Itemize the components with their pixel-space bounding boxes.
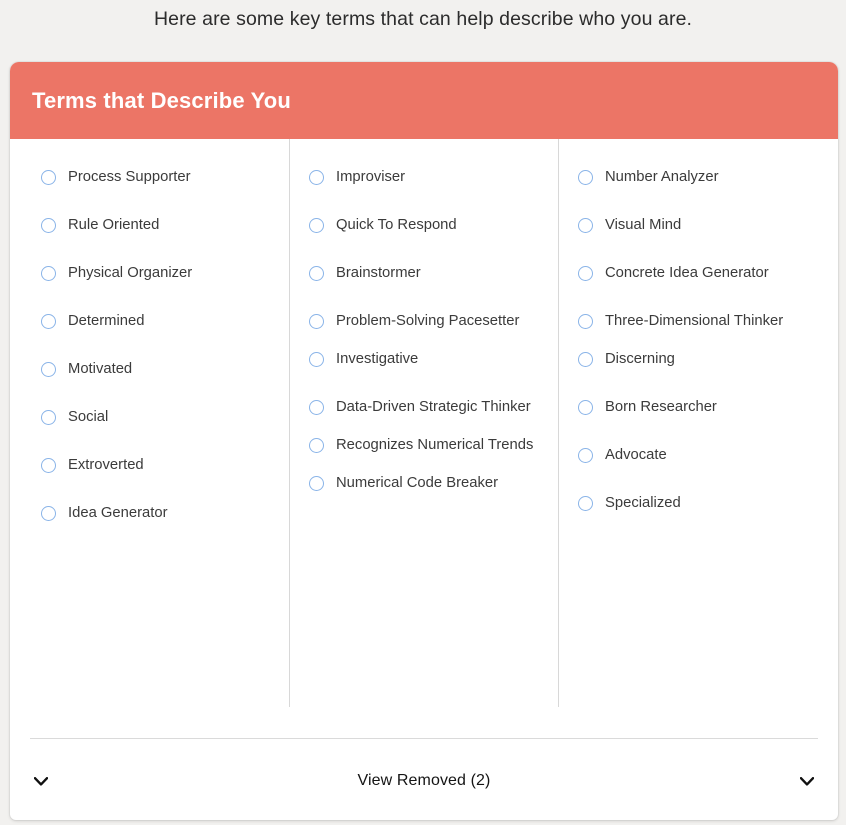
radio-circle-icon[interactable] [309, 314, 324, 329]
radio-circle-icon[interactable] [309, 476, 324, 491]
term-label: Idea Generator [68, 505, 168, 521]
radio-circle-icon[interactable] [309, 438, 324, 453]
term-item[interactable]: Data-Driven Strategic Thinker [309, 397, 558, 417]
term-item[interactable]: Problem-Solving Pacesetter [309, 311, 558, 331]
term-item[interactable]: Quick To Respond [309, 215, 558, 235]
term-item[interactable]: Number Analyzer [578, 167, 838, 187]
chevron-down-icon-left[interactable] [32, 772, 50, 790]
term-label: Quick To Respond [336, 217, 457, 233]
terms-card: Terms that Describe You Process Supporte… [10, 62, 838, 820]
term-item[interactable]: Improviser [309, 167, 558, 187]
radio-circle-icon[interactable] [41, 506, 56, 521]
radio-circle-icon[interactable] [578, 400, 593, 415]
term-label: Specialized [605, 495, 681, 511]
chevron-down-icon-right[interactable] [798, 772, 816, 790]
term-item[interactable]: Brainstormer [309, 263, 558, 283]
terms-column-3: Number Analyzer Visual Mind Concrete Ide… [558, 139, 838, 714]
radio-circle-icon[interactable] [309, 400, 324, 415]
term-item[interactable]: Born Researcher [578, 397, 838, 417]
term-item[interactable]: Investigative [309, 349, 558, 369]
term-item[interactable]: Process Supporter [41, 167, 289, 187]
term-item[interactable]: Three-Dimensional Thinker [578, 311, 838, 331]
term-item[interactable]: Numerical Code Breaker [309, 473, 558, 493]
term-item[interactable]: Extroverted [41, 455, 289, 475]
term-label: Discerning [605, 351, 675, 367]
term-label: Rule Oriented [68, 217, 160, 233]
term-label: Social [68, 409, 109, 425]
term-item[interactable]: Advocate [578, 445, 838, 465]
term-label: Recognizes Numerical Trends [336, 437, 534, 453]
radio-circle-icon[interactable] [309, 352, 324, 367]
term-label: Motivated [68, 361, 133, 377]
term-label: Numerical Code Breaker [336, 475, 499, 491]
radio-circle-icon[interactable] [41, 266, 56, 281]
terms-card-footer: View Removed (2) [10, 738, 838, 820]
term-label: Investigative [336, 351, 419, 367]
term-item[interactable]: Specialized [578, 493, 838, 513]
term-label: Brainstormer [336, 265, 421, 281]
radio-circle-icon[interactable] [41, 410, 56, 425]
term-label: Improviser [336, 169, 406, 185]
radio-circle-icon[interactable] [309, 170, 324, 185]
term-item[interactable]: Visual Mind [578, 215, 838, 235]
radio-circle-icon[interactable] [578, 170, 593, 185]
radio-circle-icon[interactable] [578, 448, 593, 463]
term-label: Visual Mind [605, 217, 682, 233]
term-label: Problem-Solving Pacesetter [336, 313, 520, 329]
radio-circle-icon[interactable] [578, 218, 593, 233]
terms-card-title: Terms that Describe You [32, 87, 291, 113]
terms-columns: Process Supporter Rule Oriented Physical… [10, 139, 838, 714]
page-intro-heading: Here are some key terms that can help de… [153, 8, 693, 30]
view-removed-label: View Removed (2) [357, 772, 491, 789]
term-label: Process Supporter [68, 169, 191, 185]
terms-column-1: Process Supporter Rule Oriented Physical… [10, 139, 289, 714]
term-item[interactable]: Physical Organizer [41, 263, 289, 283]
term-item[interactable]: Social [41, 407, 289, 427]
terms-card-body: Process Supporter Rule Oriented Physical… [10, 139, 838, 752]
term-item[interactable]: Recognizes Numerical Trends [309, 435, 558, 455]
radio-circle-icon[interactable] [41, 170, 56, 185]
footer-divider [30, 738, 818, 739]
term-label: Physical Organizer [68, 265, 193, 281]
radio-circle-icon[interactable] [309, 266, 324, 281]
term-item[interactable]: Determined [41, 311, 289, 331]
radio-circle-icon[interactable] [41, 362, 56, 377]
term-item[interactable]: Idea Generator [41, 503, 289, 523]
radio-circle-icon[interactable] [41, 218, 56, 233]
radio-circle-icon[interactable] [578, 266, 593, 281]
term-label: Data-Driven Strategic Thinker [336, 399, 531, 415]
term-label: Number Analyzer [605, 169, 719, 185]
view-removed-toggle[interactable]: View Removed (2) [10, 760, 838, 802]
radio-circle-icon[interactable] [309, 218, 324, 233]
term-label: Three-Dimensional Thinker [605, 313, 784, 329]
term-label: Born Researcher [605, 399, 717, 415]
radio-circle-icon[interactable] [41, 314, 56, 329]
term-item[interactable]: Rule Oriented [41, 215, 289, 235]
terms-column-2: Improviser Quick To Respond Brainstormer… [289, 139, 558, 714]
radio-circle-icon[interactable] [578, 314, 593, 329]
term-label: Concrete Idea Generator [605, 265, 769, 281]
term-item[interactable]: Discerning [578, 349, 838, 369]
page-root: Here are some key terms that can help de… [0, 0, 846, 825]
terms-card-header: Terms that Describe You [10, 62, 838, 139]
radio-circle-icon[interactable] [578, 352, 593, 367]
term-item[interactable]: Concrete Idea Generator [578, 263, 838, 283]
term-label: Determined [68, 313, 145, 329]
radio-circle-icon[interactable] [578, 496, 593, 511]
radio-circle-icon[interactable] [41, 458, 56, 473]
term-label: Extroverted [68, 457, 144, 473]
term-item[interactable]: Motivated [41, 359, 289, 379]
term-label: Advocate [605, 447, 667, 463]
